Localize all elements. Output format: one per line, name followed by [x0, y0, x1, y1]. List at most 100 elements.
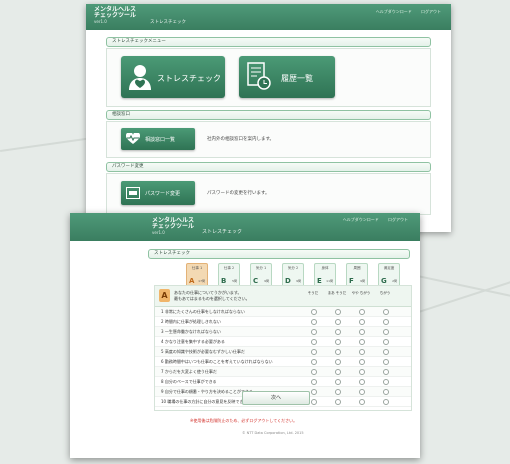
question-row: 5 高度の知識や技術が必要なむずかしい仕事だ: [155, 347, 411, 357]
step-letter: G: [381, 277, 387, 285]
history-list-label: 履歴一覧: [281, 74, 313, 83]
answer-radio-1[interactable]: [311, 349, 317, 355]
answer-radio-1[interactable]: [311, 319, 317, 325]
column-header: やや ちがう: [351, 291, 371, 295]
heart-pulse-icon: [126, 133, 140, 144]
answer-radio-1[interactable]: [311, 389, 317, 395]
step-tab-a[interactable]: 仕事 1 A 17問: [186, 263, 208, 287]
question-intro: あなたの仕事についてうかがいます。 最もあてはまるものを選択してください。: [174, 290, 250, 302]
answer-radio-2[interactable]: [335, 349, 341, 355]
answer-radio-3[interactable]: [359, 319, 365, 325]
answer-radio-2[interactable]: [335, 359, 341, 365]
step-title: 気分 1: [255, 266, 267, 270]
password-change-label: パスワード変更: [145, 191, 181, 197]
answer-radio-2[interactable]: [335, 329, 341, 335]
password-change-button[interactable]: パスワード変更: [121, 181, 195, 205]
logout-link[interactable]: ログアウト: [421, 9, 441, 14]
answer-radio-3[interactable]: [359, 309, 365, 315]
answer-radio-4[interactable]: [383, 379, 389, 385]
consult-description: 社内外の相談窓口を案内します。: [207, 137, 275, 142]
question-text: 8 自分のペースで仕事ができる: [161, 379, 217, 384]
answer-radio-1[interactable]: [311, 309, 317, 315]
step-letter: C: [253, 277, 259, 285]
app-brand: メンタルヘルス チェックツール ver1.0: [94, 6, 136, 24]
answer-radio-4[interactable]: [383, 309, 389, 315]
question-row: 8 自分のペースで仕事ができる: [155, 377, 411, 387]
answer-radio-2[interactable]: [335, 319, 341, 325]
step-title: 仕事 2: [223, 266, 235, 270]
answer-radio-1[interactable]: [311, 369, 317, 375]
section-badge: A: [159, 289, 170, 302]
stress-check-button[interactable]: ストレスチェック: [121, 56, 225, 98]
logout-link[interactable]: ログアウト: [388, 217, 408, 222]
step-count: 9問: [360, 279, 365, 283]
step-tab-c[interactable]: 気分 1 C 9問: [250, 263, 272, 287]
question-text: 7 からだを大変よく使う仕事だ: [161, 369, 217, 374]
stress-check-label: ストレスチェック: [157, 74, 221, 83]
help-link[interactable]: ヘルプダウンロード: [343, 217, 379, 222]
app-header: メンタルヘルス チェックツール ver1.0 ストレスチェック ヘルプダウンロー…: [70, 213, 420, 241]
step-tab-e[interactable]: 身体 E 11問: [314, 263, 336, 287]
answer-radio-4[interactable]: [383, 349, 389, 355]
answer-radio-1[interactable]: [311, 329, 317, 335]
question-row: 2 時間内に仕事が処理しきれない: [155, 317, 411, 327]
answer-radio-2[interactable]: [335, 339, 341, 345]
step-title: 気分 2: [287, 266, 299, 270]
answer-radio-4[interactable]: [383, 399, 389, 405]
answer-radio-3[interactable]: [359, 339, 365, 345]
answer-radio-4[interactable]: [383, 339, 389, 345]
step-tab-d[interactable]: 気分 2 D 9問: [282, 263, 304, 287]
intro-line2: 最もあてはまるものを選択してください。: [174, 296, 250, 301]
answer-radio-2[interactable]: [335, 369, 341, 375]
answer-radio-3[interactable]: [359, 349, 365, 355]
question-text: 4 かなり注意を集中する必要がある: [161, 339, 225, 344]
answer-radio-1[interactable]: [311, 379, 317, 385]
question-row: 6 勤務時間中はいつも仕事のことを考えていなければならない: [155, 357, 411, 367]
answer-radio-2[interactable]: [335, 379, 341, 385]
next-button[interactable]: 次へ: [242, 391, 310, 405]
app-header: メンタルヘルス チェックツール ver1.0 ストレスチェック ヘルプダウンロー…: [86, 4, 451, 30]
step-tab-g[interactable]: 満足度 G 2問: [378, 263, 400, 287]
answer-radio-3[interactable]: [359, 389, 365, 395]
answer-radio-4[interactable]: [383, 359, 389, 365]
answer-radio-1[interactable]: [311, 359, 317, 365]
app-brand: メンタルヘルス チェックツール ver1.0: [152, 217, 194, 235]
answer-radio-4[interactable]: [383, 369, 389, 375]
answer-radio-3[interactable]: [359, 329, 365, 335]
answer-radio-3[interactable]: [359, 369, 365, 375]
column-header: まあ そうだ: [327, 291, 347, 295]
answer-radio-4[interactable]: [383, 319, 389, 325]
answer-radio-2[interactable]: [335, 309, 341, 315]
answer-radio-3[interactable]: [359, 379, 365, 385]
person-heart-icon: [129, 65, 151, 90]
question-text: 1 非常にたくさんの仕事をしなければならない: [161, 309, 245, 314]
answer-radio-2[interactable]: [335, 389, 341, 395]
history-list-button[interactable]: 履歴一覧: [239, 56, 335, 98]
answer-radio-4[interactable]: [383, 389, 389, 395]
version-label: ver1.0: [94, 18, 107, 24]
step-letter: A: [189, 277, 195, 285]
question-row: 1 非常にたくさんの仕事をしなければならない: [155, 307, 411, 317]
question-text: 6 勤務時間中はいつも仕事のことを考えていなければならない: [161, 359, 273, 364]
stress-menu-panel: ストレスチェック 履歴一覧: [106, 48, 431, 107]
answer-radio-4[interactable]: [383, 329, 389, 335]
answer-radio-2[interactable]: [335, 399, 341, 405]
question-header: A あなたの仕事についてうかがいます。 最もあてはまるものを選択してください。 …: [155, 286, 411, 307]
help-link[interactable]: ヘルプダウンロード: [376, 9, 412, 14]
step-title: 身体: [321, 266, 329, 270]
step-count: 17問: [198, 279, 205, 283]
step-tab-b[interactable]: 仕事 2 B 5問: [218, 263, 240, 287]
header-links: ヘルプダウンロード ログアウト: [335, 217, 408, 223]
step-title: 仕事 1: [191, 266, 203, 270]
step-letter: B: [221, 277, 227, 285]
question-row: 4 かなり注意を集中する必要がある: [155, 337, 411, 347]
answer-radio-3[interactable]: [359, 359, 365, 365]
copyright: © NTT Data Corporation, Ltd. 2015: [242, 431, 304, 435]
consult-list-button[interactable]: 相談窓口一覧: [121, 128, 195, 150]
answer-radio-1[interactable]: [311, 399, 317, 405]
question-text: 5 高度の知識や技術が必要なむずかしい仕事だ: [161, 349, 245, 354]
answer-radio-3[interactable]: [359, 399, 365, 405]
step-tab-f[interactable]: 周囲 F 9問: [346, 263, 368, 287]
answer-radio-1[interactable]: [311, 339, 317, 345]
section-stress-check: ストレスチェック: [148, 249, 410, 259]
